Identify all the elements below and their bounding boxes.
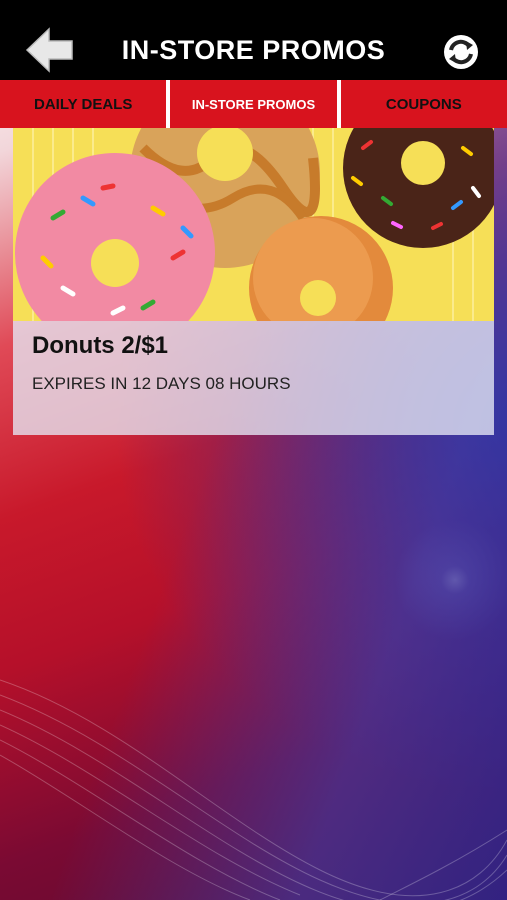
tab-coupons[interactable]: COUPONS: [341, 80, 507, 128]
promo-expiry: EXPIRES IN 12 DAYS 08 HOURS: [32, 374, 291, 393]
refresh-icon[interactable]: [442, 33, 480, 71]
tab-bar: DAILY DEALS IN-STORE PROMOS COUPONS: [0, 80, 507, 128]
donuts-promo-image: [13, 128, 494, 321]
wave-lines-decoration: [0, 679, 507, 900]
promo-title: Donuts 2/$1: [32, 332, 169, 359]
app-header: IN-STORE PROMOS: [0, 0, 507, 80]
tab-daily-deals[interactable]: DAILY DEALS: [0, 80, 166, 128]
tab-in-store-promos[interactable]: IN-STORE PROMOS: [170, 80, 336, 128]
promo-card[interactable]: Donuts 2/$1 EXPIRES IN 12 DAYS 08 HOURS: [13, 128, 494, 435]
